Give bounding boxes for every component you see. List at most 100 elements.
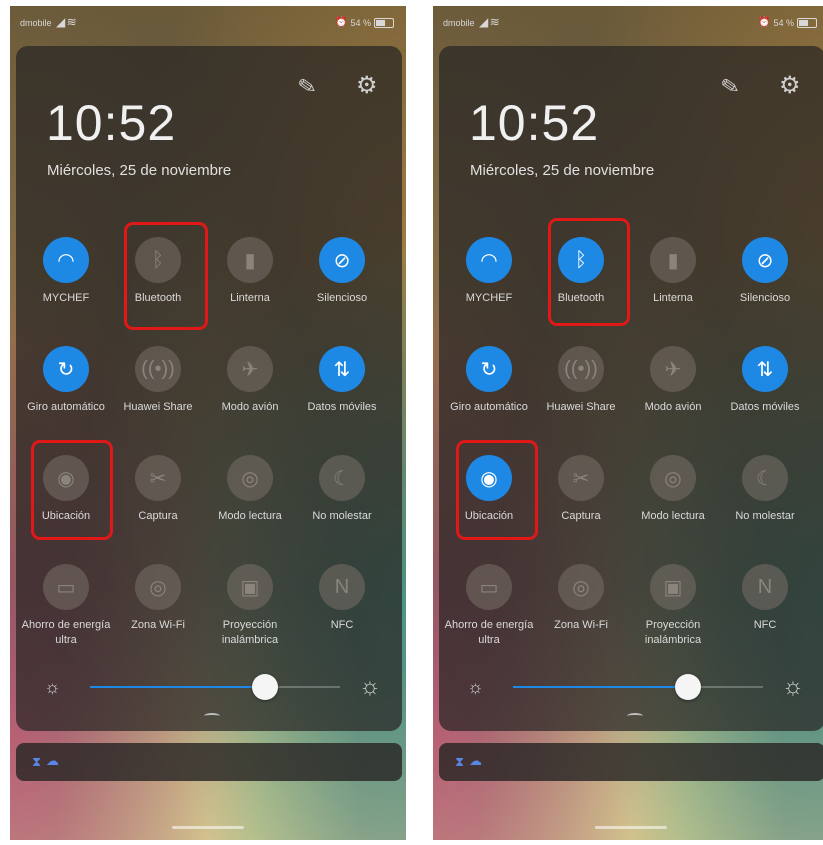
- bluetooth-icon: ᛒ: [558, 237, 604, 283]
- tile-label: Modo lectura: [218, 510, 282, 522]
- tile-label: Zona Wi-Fi: [131, 619, 185, 631]
- eye-icon: ◎: [650, 455, 696, 501]
- tile-label: Giro automático: [450, 401, 528, 413]
- tile-label: No molestar: [735, 510, 795, 522]
- tile-airplane[interactable]: ✈ Modo avión: [204, 346, 296, 415]
- moon-icon: ☾: [319, 455, 365, 501]
- home-indicator[interactable]: [595, 826, 667, 829]
- tile-mobile-data[interactable]: ⇅ Datos móviles: [719, 346, 811, 415]
- tile-huawei-share[interactable]: ((•)) Huawei Share: [112, 346, 204, 415]
- brightness-low-icon: ☼: [44, 677, 61, 697]
- tile-silent-bell[interactable]: ⊘ Silencioso: [719, 237, 811, 306]
- carrier-label: dmobile: [443, 18, 475, 28]
- brightness-high-icon: ☼: [782, 673, 804, 700]
- tile-wireless-projection[interactable]: ▣ Proyección inalámbrica: [627, 564, 719, 648]
- battery-percent: 54 %: [350, 17, 371, 28]
- bluetooth-icon: ᛒ: [135, 237, 181, 283]
- brightness-slider[interactable]: [513, 674, 763, 700]
- tile-eye[interactable]: ◎ Modo lectura: [204, 455, 296, 524]
- status-bar: dmobile ◢ ≋ ⏰ 54 %: [10, 6, 406, 46]
- location-pin-icon: ◉: [466, 455, 512, 501]
- phone-screenshot-left: dmobile ◢ ≋ ⏰ 54 % ✎ ⚙ 10:52 Miércoles, …: [10, 6, 406, 840]
- clock: 10:52: [469, 95, 600, 151]
- collapse-handle-icon[interactable]: [201, 710, 223, 720]
- brightness-slider[interactable]: [90, 674, 340, 700]
- date: Miércoles, 25 de noviembre: [470, 162, 655, 179]
- tile-silent-bell[interactable]: ⊘ Silencioso: [296, 237, 388, 306]
- tile-wireless-projection[interactable]: ▣ Proyección inalámbrica: [204, 564, 296, 648]
- tile-bluetooth[interactable]: ᛒ Bluetooth: [112, 237, 204, 306]
- tile-flashlight[interactable]: ▮ Linterna: [204, 237, 296, 306]
- tile-flashlight[interactable]: ▮ Linterna: [627, 237, 719, 306]
- tile-battery-saver[interactable]: ▭ Ahorro de energía ultra: [20, 564, 112, 648]
- tile-wifi[interactable]: ◠ MYCHEF: [20, 237, 112, 306]
- tile-label: Ubicación: [464, 510, 514, 522]
- wireless-projection-icon: ▣: [650, 564, 696, 610]
- tile-moon[interactable]: ☾ No molestar: [719, 455, 811, 524]
- tile-label: MYCHEF: [465, 292, 513, 304]
- tile-hotspot[interactable]: ◎ Zona Wi-Fi: [112, 564, 204, 633]
- tile-hotspot[interactable]: ◎ Zona Wi-Fi: [535, 564, 627, 633]
- status-right: ⏰ 54 %: [335, 17, 394, 28]
- tile-mobile-data[interactable]: ⇅ Datos móviles: [296, 346, 388, 415]
- eye-icon: ◎: [227, 455, 273, 501]
- tile-eye[interactable]: ◎ Modo lectura: [627, 455, 719, 524]
- edit-icon[interactable]: ✎: [719, 73, 742, 102]
- tile-auto-rotate[interactable]: ↻ Giro automático: [20, 346, 112, 415]
- tile-label: Linterna: [230, 292, 270, 304]
- tile-label: Datos móviles: [307, 401, 377, 413]
- tile-label: Modo avión: [644, 401, 702, 413]
- alarm-icon: ⏰: [758, 17, 771, 28]
- hourglass-icon: ⧗: [455, 754, 465, 769]
- tile-label: MYCHEF: [42, 292, 90, 304]
- brightness-high-icon: ☼: [359, 673, 381, 700]
- battery-icon: [797, 17, 817, 28]
- hotspot-icon: ◎: [135, 564, 181, 610]
- home-indicator[interactable]: [172, 826, 244, 829]
- tile-label: Zona Wi-Fi: [554, 619, 608, 631]
- tile-screenshot[interactable]: ✂ Captura: [535, 455, 627, 524]
- tile-location-pin[interactable]: ◉ Ubicación: [443, 455, 535, 524]
- tile-nfc[interactable]: N NFC: [296, 564, 388, 633]
- tile-label: NFC: [330, 619, 354, 631]
- brightness-low-icon: ☼: [467, 677, 484, 697]
- tile-label: Bluetooth: [557, 292, 605, 304]
- brightness-slider-thumb[interactable]: [252, 674, 278, 700]
- tile-label: Proyección inalámbrica: [644, 619, 702, 646]
- wifi-icon: ◠: [466, 237, 512, 283]
- gear-icon[interactable]: ⚙: [779, 71, 801, 100]
- tile-location-pin[interactable]: ◉ Ubicación: [20, 455, 112, 524]
- tile-battery-saver[interactable]: ▭ Ahorro de energía ultra: [443, 564, 535, 648]
- alarm-icon: ⏰: [335, 17, 348, 28]
- tile-label: NFC: [753, 619, 777, 631]
- tile-huawei-share[interactable]: ((•)) Huawei Share: [535, 346, 627, 415]
- tile-screenshot[interactable]: ✂ Captura: [112, 455, 204, 524]
- hourglass-icon: ⧗: [32, 754, 42, 769]
- mobile-data-icon: ⇅: [742, 346, 788, 392]
- tile-bluetooth[interactable]: ᛒ Bluetooth: [535, 237, 627, 306]
- status-bar: dmobile ◢ ≋ ⏰ 54 %: [433, 6, 823, 46]
- tile-moon[interactable]: ☾ No molestar: [296, 455, 388, 524]
- tile-label: Linterna: [653, 292, 693, 304]
- silent-bell-icon: ⊘: [742, 237, 788, 283]
- tile-wifi[interactable]: ◠ MYCHEF: [443, 237, 535, 306]
- battery-saver-icon: ▭: [43, 564, 89, 610]
- tile-auto-rotate[interactable]: ↻ Giro automático: [443, 346, 535, 415]
- notification-bar[interactable]: ⧗ ☁: [439, 743, 823, 781]
- edit-icon[interactable]: ✎: [296, 73, 319, 102]
- tile-airplane[interactable]: ✈ Modo avión: [627, 346, 719, 415]
- tile-label: Silencioso: [739, 292, 791, 304]
- hotspot-icon: ◎: [558, 564, 604, 610]
- clock: 10:52: [46, 95, 177, 151]
- nfc-icon: N: [742, 564, 788, 610]
- screenshot-icon: ✂: [135, 455, 181, 501]
- collapse-handle-icon[interactable]: [624, 710, 646, 720]
- tile-nfc[interactable]: N NFC: [719, 564, 811, 633]
- notification-bar[interactable]: ⧗ ☁: [16, 743, 402, 781]
- screenshot-icon: ✂: [558, 455, 604, 501]
- brightness-slider-thumb[interactable]: [675, 674, 701, 700]
- tile-label: No molestar: [312, 510, 372, 522]
- signal-wifi-icon: ◢ ≋: [479, 15, 500, 29]
- status-right: ⏰ 54 %: [758, 17, 817, 28]
- gear-icon[interactable]: ⚙: [356, 71, 378, 100]
